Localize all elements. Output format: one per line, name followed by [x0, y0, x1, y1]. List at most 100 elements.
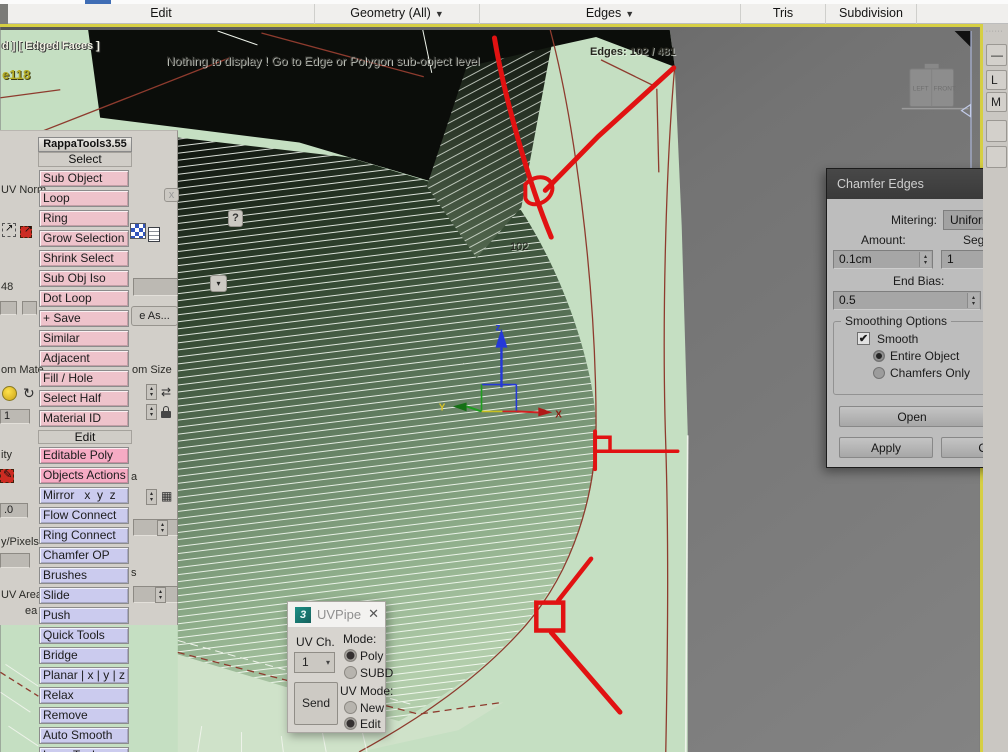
close-icon[interactable]: x — [164, 188, 179, 202]
scale-red-icon[interactable]: ↗ — [20, 226, 32, 238]
save-as-button[interactable]: e As... — [131, 306, 178, 326]
mode-subd-radio[interactable] — [344, 666, 357, 679]
link-axes-icon[interactable]: ⇄ — [161, 386, 171, 398]
calculator-icon[interactable]: ▦ — [161, 490, 172, 502]
help-button[interactable]: ? — [228, 210, 243, 227]
uv-mode-new-radio[interactable] — [344, 701, 357, 714]
rappatools-button-adjacent[interactable]: Adjacent — [39, 350, 129, 367]
rappatools-button-slide[interactable]: Slide — [39, 587, 129, 604]
rappatools-button-quick-tools[interactable]: Quick Tools — [39, 627, 129, 644]
uv-channel-dropdown[interactable]: 1▾ — [294, 652, 335, 673]
amount-label: Amount: — [861, 233, 906, 247]
close-icon[interactable]: ✕ — [368, 606, 379, 622]
rappatools-button-planar[interactable]: Planar | x | y | z — [39, 667, 129, 684]
transform-icon[interactable]: ↗ — [2, 223, 16, 237]
uv-channel-field[interactable]: 1 — [0, 409, 30, 424]
tab-subdivision-label: Subdivision — [839, 6, 903, 20]
rappatools-button-similar[interactable]: Similar — [39, 330, 129, 347]
field-fragment[interactable] — [22, 301, 37, 315]
rappatools-button-mirror[interactable]: Mirror x y z — [39, 487, 129, 504]
amount-spinner[interactable]: ▴▾ — [919, 252, 931, 267]
mirror-spinner[interactable]: ▴▾ — [146, 489, 157, 505]
rappatools-button-loop[interactable]: Loop — [39, 190, 129, 207]
tab-edit-label: Edit — [150, 6, 172, 20]
ring-connect-spinner[interactable]: ▴▾ — [157, 520, 168, 536]
chamfer-dialog-title[interactable]: Chamfer Edges — [827, 169, 1008, 199]
rappatools-button-material-id[interactable]: Material ID — [39, 410, 129, 427]
rappatools-button-save[interactable]: + Save — [39, 310, 129, 327]
end-bias-field[interactable]: 0.5▴▾ — [833, 291, 981, 310]
field-fragment[interactable] — [0, 301, 17, 315]
chevron-down-icon: ▼ — [435, 9, 444, 19]
uv-mode-edit-radio[interactable] — [344, 717, 357, 730]
rappatools-button-flow-connect[interactable]: Flow Connect — [39, 507, 129, 524]
rappatools-button-remove[interactable]: Remove — [39, 707, 129, 724]
rappatools-button-auto-smooth[interactable]: Auto Smooth — [39, 727, 129, 744]
rappatools-button-select-half[interactable]: Select Half — [39, 390, 129, 407]
end-bias-spinner[interactable]: ▴▾ — [967, 293, 979, 308]
rappatools-button-dot-loop[interactable]: Dot Loop — [39, 290, 129, 307]
rappatools-button-loop-tools[interactable]: Loop Tools — [39, 747, 129, 752]
size-spinner[interactable]: ▴▾ — [146, 404, 157, 420]
button-m[interactable]: M — [986, 92, 1007, 112]
rappatools-button-push[interactable]: Push — [39, 607, 129, 624]
rappatools-button-shrink-select[interactable]: Shrink Select — [39, 250, 129, 267]
chevron-down-icon: ▾ — [326, 653, 330, 672]
open-button[interactable]: Open — [839, 406, 985, 427]
tab-edges[interactable]: Edges▼ — [480, 4, 741, 24]
smooth-checkbox[interactable]: ✔ — [857, 332, 870, 345]
uvpipe-title: UVPipe — [317, 607, 361, 622]
edit-color-icon[interactable]: ✎ — [0, 469, 14, 483]
rappatools-button-ring[interactable]: Ring — [39, 210, 129, 227]
uvpipe-title-bar[interactable]: 3 UVPipe ✕ — [288, 602, 385, 628]
field-fragment[interactable] — [133, 519, 178, 536]
chamfers-only-label: Chamfers Only — [890, 366, 970, 380]
uv-ch-label: UV Ch. — [296, 635, 335, 649]
tab-tris[interactable]: Tris — [741, 4, 826, 24]
apply-button[interactable]: Apply — [839, 437, 933, 458]
edge-number-label: 102 — [510, 241, 528, 253]
chamfers-only-radio[interactable] — [873, 367, 885, 379]
value-field[interactable]: .0 — [0, 503, 28, 518]
mode-label: Mode: — [343, 632, 376, 646]
rappatools-button-ring-connect[interactable]: Ring Connect — [39, 527, 129, 544]
rappatools-button-objects-actions[interactable]: Objects Actions — [39, 467, 129, 484]
tab-edit[interactable]: Edit — [8, 4, 315, 24]
minimize-button[interactable]: — — [986, 44, 1007, 66]
slide-spinner[interactable]: ▴▾ — [155, 587, 166, 603]
size-spinner[interactable]: ▴▾ — [146, 384, 157, 400]
dropdown-fragment[interactable] — [133, 278, 178, 296]
rappatools-button-chamfer-op[interactable]: Chamfer OP — [39, 547, 129, 564]
notes-page-icon[interactable] — [148, 227, 160, 242]
amount-value: 0.1cm — [839, 252, 872, 266]
area-fragment: ea — [25, 605, 37, 617]
rappatools-button-editable-poly[interactable]: Editable Poly — [39, 447, 129, 464]
send-button[interactable]: Send — [294, 682, 338, 725]
button-blank-1[interactable] — [986, 120, 1007, 142]
field-fragment[interactable] — [0, 553, 30, 568]
panel-drag-handle[interactable]: ∙∙∙∙∙∙ — [986, 28, 1004, 35]
entire-object-radio[interactable] — [873, 350, 885, 362]
refresh-icon[interactable]: ↻ — [23, 387, 35, 399]
dropdown-arrow-button[interactable]: ▾ — [210, 275, 227, 292]
smooth-label: Smooth — [877, 332, 918, 346]
rappatools-button-sub-obj-iso[interactable]: Sub Obj Iso — [39, 270, 129, 287]
button-blank-2[interactable] — [986, 146, 1007, 168]
rappatools-button-brushes[interactable]: Brushes — [39, 567, 129, 584]
amount-field[interactable]: 0.1cm ▴▾ — [833, 250, 933, 269]
rappatools-title-bar[interactable]: RappaTools3.55 — [38, 137, 132, 152]
rappatools-button-bridge[interactable]: Bridge — [39, 647, 129, 664]
tab-subdivision[interactable]: Subdivision — [826, 4, 917, 24]
rappatools-button-grow-selection[interactable]: Grow Selection — [39, 230, 129, 247]
chevron-down-icon: ▼ — [625, 9, 634, 19]
lightbulb-icon[interactable] — [2, 386, 17, 401]
uv-area-label: UV Area — [1, 589, 42, 601]
lock-icon[interactable] — [161, 406, 172, 418]
ribbon-edge — [0, 4, 8, 24]
rappatools-button-sub-object[interactable]: Sub Object — [39, 170, 129, 187]
rappatools-button-fill-hole[interactable]: Fill / Hole — [39, 370, 129, 387]
button-l[interactable]: L — [986, 70, 1007, 90]
tab-geometry-all[interactable]: Geometry (All)▼ — [315, 4, 480, 24]
mode-poly-radio[interactable] — [344, 649, 357, 662]
rappatools-button-relax[interactable]: Relax — [39, 687, 129, 704]
